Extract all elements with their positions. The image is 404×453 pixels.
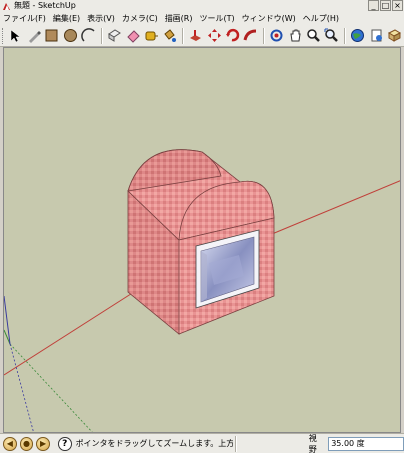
toolbar-separator xyxy=(101,27,104,44)
circle-tool-button[interactable] xyxy=(62,26,79,45)
pan-tool-button[interactable] xyxy=(287,26,304,45)
maximize-button[interactable]: □ xyxy=(380,0,391,11)
sketchup-app-icon[interactable] xyxy=(2,2,11,11)
globe-icon xyxy=(351,29,365,42)
paint-bucket-tool-button[interactable] xyxy=(161,26,178,45)
push-pull-icon xyxy=(190,30,202,41)
paint-bucket-icon xyxy=(164,29,177,42)
rotate-icon xyxy=(225,28,240,42)
pencil-icon xyxy=(28,30,41,43)
menu-edit[interactable]: 編集(E) xyxy=(53,12,80,25)
push-pull-tool-button[interactable] xyxy=(187,26,204,45)
menu-tools[interactable]: ツール(T) xyxy=(200,12,235,25)
zoom-extents-tool-button[interactable] xyxy=(323,26,340,45)
components-browser-icon xyxy=(387,29,402,42)
share-model-tool-button[interactable] xyxy=(368,26,385,45)
make-component-tool-button[interactable] xyxy=(106,26,123,45)
info-scene-icon[interactable]: ● xyxy=(19,436,34,451)
zoom-tool-button[interactable] xyxy=(305,26,322,45)
follow-me-icon xyxy=(243,29,257,41)
share-model-icon xyxy=(371,29,382,42)
toolbar-grip[interactable] xyxy=(2,27,5,44)
arrow-cursor-icon xyxy=(11,28,22,42)
status-hint: ポインタをドラッグしてズームします。上方向はズ xyxy=(75,439,233,448)
drawing-viewport[interactable] xyxy=(3,47,401,433)
status-separator xyxy=(234,435,237,452)
arc-icon xyxy=(81,28,95,42)
orbit-tool-button[interactable] xyxy=(268,26,285,45)
follow-me-tool-button[interactable] xyxy=(242,26,259,45)
menu-help[interactable]: ヘルプ(H) xyxy=(303,12,339,25)
menu-draw[interactable]: 描画(R) xyxy=(165,12,193,25)
main-toolbar xyxy=(0,25,404,47)
title-bar: 無題 - SketchUp _ □ × xyxy=(0,0,404,12)
toolbar-separator xyxy=(344,27,347,44)
extension-tool-button[interactable] xyxy=(386,26,403,45)
red-axis-line xyxy=(4,291,135,376)
menu-bar: ファイル(F) 編集(E) 表示(V) カメラ(C) 描画(R) ツール(T) … xyxy=(0,12,404,25)
component-icon xyxy=(108,29,122,42)
help-icon[interactable]: ? xyxy=(57,436,72,451)
move-tool-button[interactable] xyxy=(205,26,222,45)
vcb-label: 視野 xyxy=(308,433,317,453)
green-axis-dotted-line xyxy=(9,343,93,432)
minimize-button[interactable]: _ xyxy=(368,0,379,11)
toolbar-separator xyxy=(182,27,185,44)
menu-camera[interactable]: カメラ(C) xyxy=(122,12,158,25)
close-button[interactable]: × xyxy=(392,0,403,11)
eraser-icon xyxy=(126,30,140,43)
move-icon xyxy=(207,29,221,42)
measurements-field[interactable]: 35.00 度 xyxy=(328,436,404,451)
window-title: 無題 - SketchUp xyxy=(14,1,76,10)
magnifier-icon xyxy=(307,29,320,42)
orbit-icon xyxy=(270,29,283,42)
menu-window[interactable]: ウィンドウ(W) xyxy=(242,12,296,25)
previous-scene-icon[interactable]: ◀ xyxy=(3,436,17,451)
menu-file[interactable]: ファイル(F) xyxy=(3,12,46,25)
model-canvas[interactable] xyxy=(4,48,401,433)
zoom-extents-icon xyxy=(324,28,339,42)
pencil-tool-button[interactable] xyxy=(25,26,42,45)
next-scene-icon[interactable]: ▶ xyxy=(36,436,50,451)
circle-icon xyxy=(63,29,77,42)
tape-measure-tool-button[interactable] xyxy=(143,26,160,45)
rotate-tool-button[interactable] xyxy=(224,26,241,45)
rectangle-icon xyxy=(45,29,58,42)
tape-measure-icon xyxy=(145,31,158,41)
rectangle-tool-button[interactable] xyxy=(43,26,60,45)
eraser-tool-button[interactable] xyxy=(124,26,141,45)
toolbar-separator xyxy=(263,27,266,44)
red-axis-line xyxy=(271,180,400,235)
hand-icon xyxy=(290,29,301,42)
get-models-tool-button[interactable] xyxy=(349,26,366,45)
window-controls: _ □ × xyxy=(368,0,403,11)
menu-view[interactable]: 表示(V) xyxy=(87,12,115,25)
arc-tool-button[interactable] xyxy=(80,26,97,45)
select-tool-button[interactable] xyxy=(7,26,24,45)
status-bar: ◀ ● ▶ ? ポインタをドラッグしてズームします。上方向はズ 視野 35.00… xyxy=(0,433,404,453)
window-inner-edge xyxy=(201,251,207,302)
